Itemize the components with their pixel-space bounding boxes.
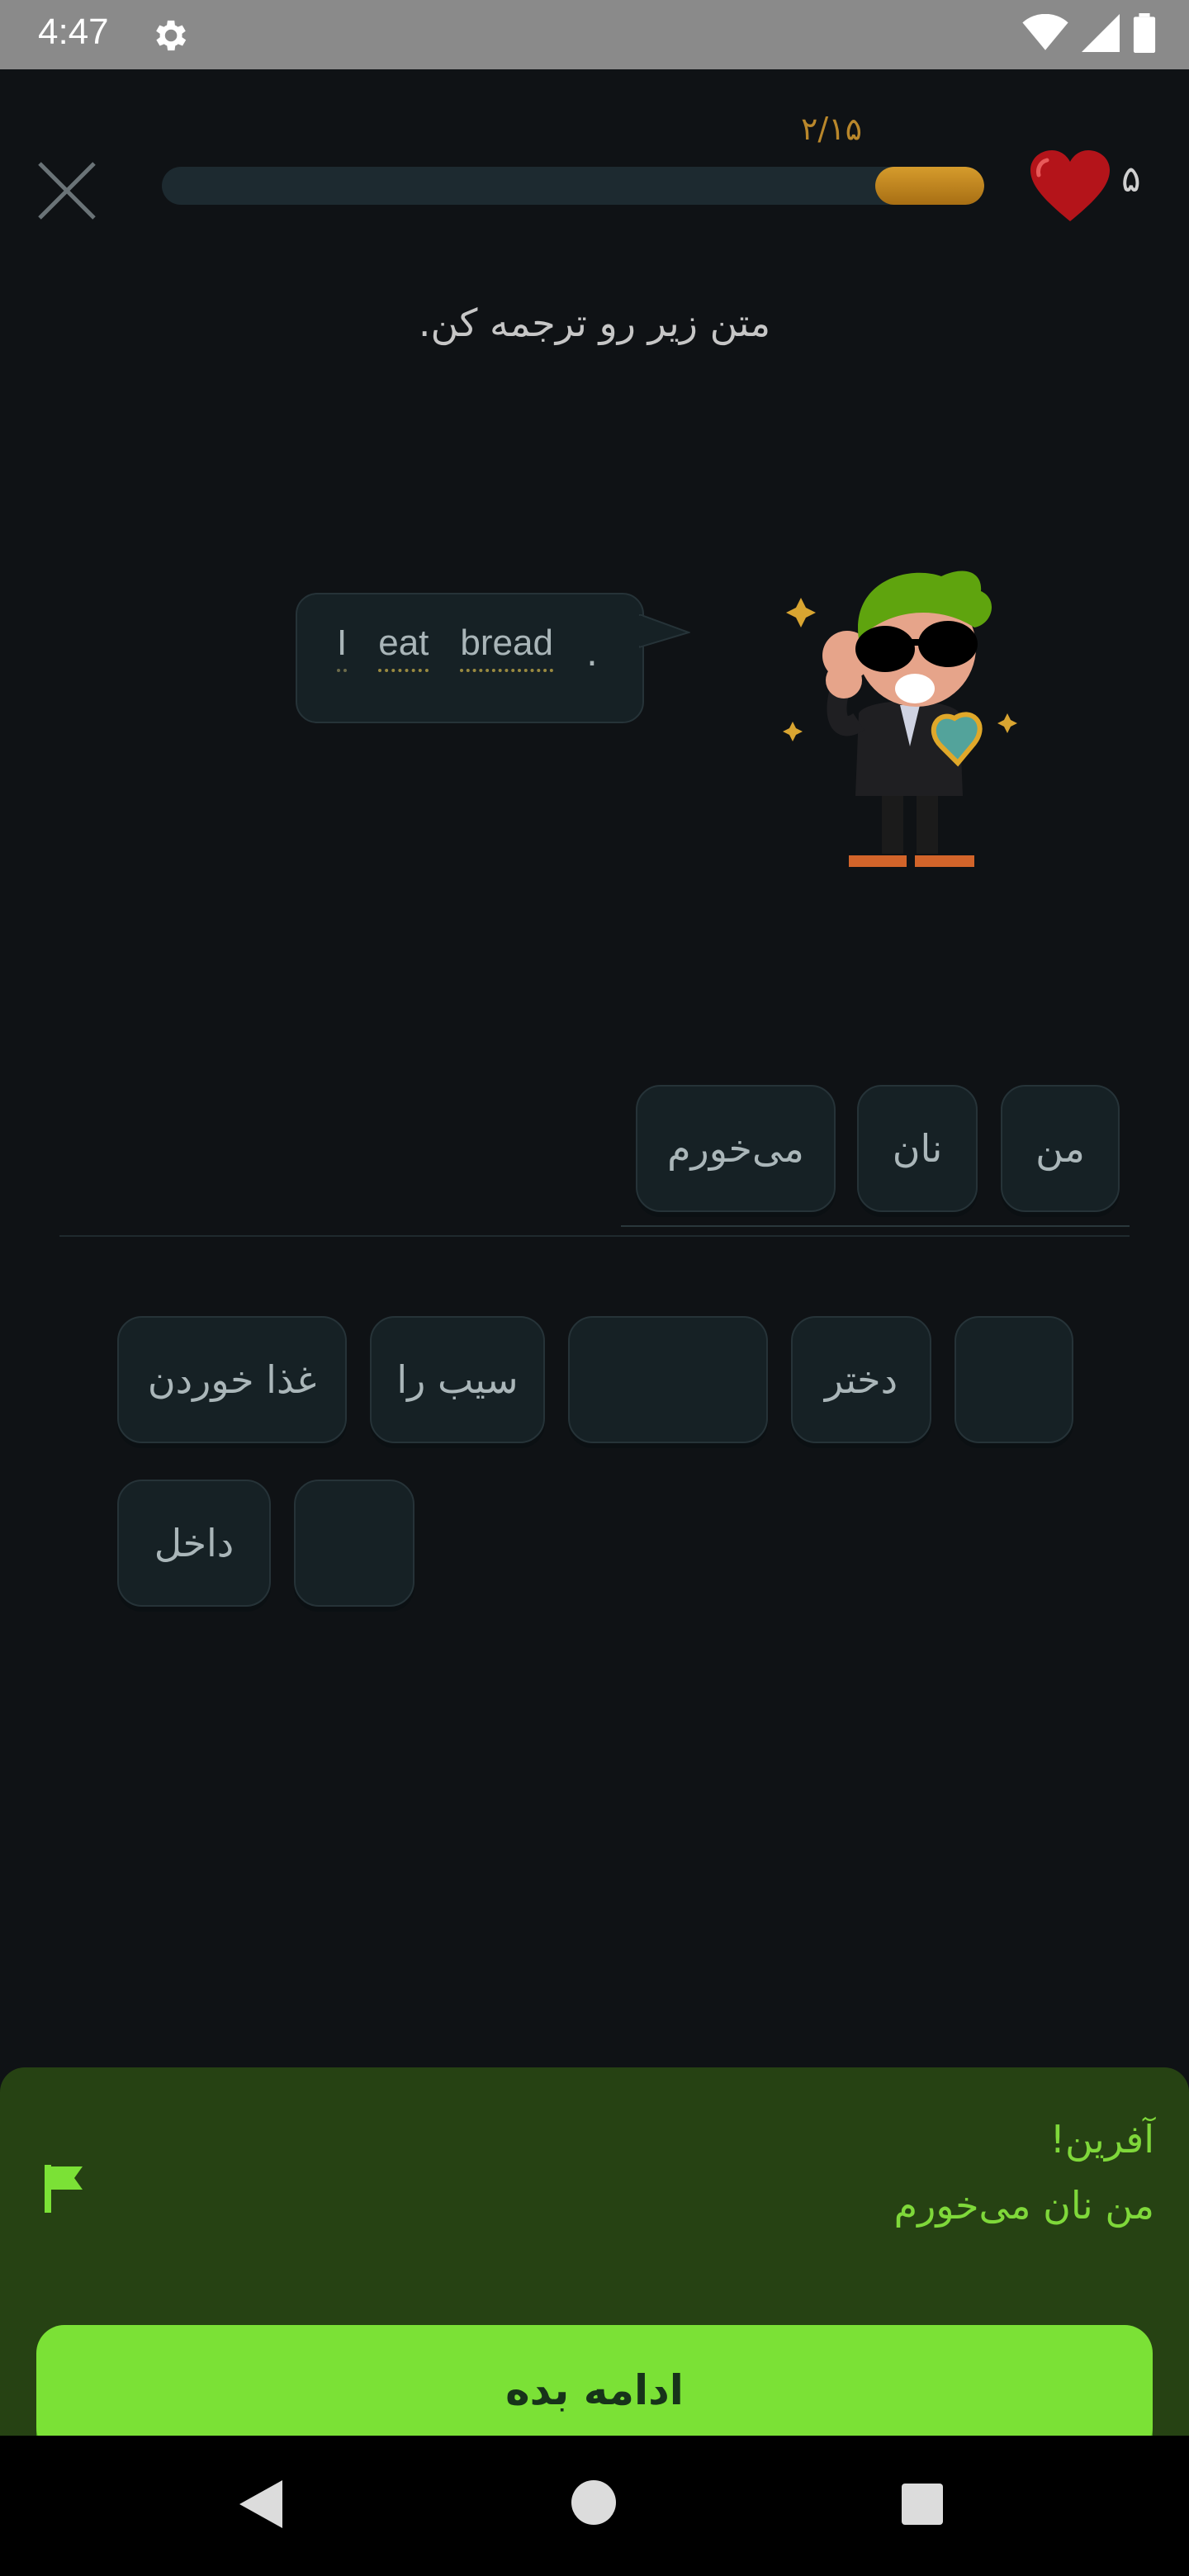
word-bank-slot-empty xyxy=(568,1316,768,1443)
gear-icon xyxy=(149,15,190,59)
flag-icon[interactable] xyxy=(43,2163,86,2218)
answer-chip[interactable]: می‌خورم xyxy=(636,1085,836,1212)
answer-chip[interactable]: من xyxy=(1001,1085,1120,1212)
hearts-count: ۵ xyxy=(1121,159,1141,201)
close-button[interactable] xyxy=(36,160,97,221)
answer-divider xyxy=(59,1235,1130,1237)
progress-fill xyxy=(874,167,984,205)
prompt-word[interactable]: I xyxy=(337,623,348,672)
answer-chip[interactable]: نان xyxy=(857,1085,978,1212)
signal-icon xyxy=(1082,14,1120,55)
word-bank-chip[interactable]: دختر xyxy=(791,1316,931,1443)
prompt-period: . xyxy=(586,632,598,675)
word-bank-slot-empty xyxy=(294,1480,414,1607)
back-icon[interactable] xyxy=(238,2479,284,2533)
prompt-word[interactable]: eat xyxy=(378,623,429,672)
progress-label: ۲/۱۵ xyxy=(801,111,863,147)
progress-bar xyxy=(162,167,984,205)
status-time: 4:47 xyxy=(38,12,109,52)
home-icon[interactable] xyxy=(570,2479,618,2530)
word-bank-chip[interactable]: سیب را xyxy=(370,1316,545,1443)
heart-icon xyxy=(1029,149,1111,228)
word-bank-chip[interactable]: داخل xyxy=(117,1480,271,1607)
prompt-word[interactable]: bread xyxy=(460,623,553,672)
lesson-screen: ۲/۱۵ ۵ متن زیر رو ترجمه کن. I eat bread … xyxy=(0,69,1189,2505)
close-icon xyxy=(38,162,96,220)
feedback-answer: من نان می‌خورم xyxy=(893,2183,1154,2228)
navigation-bar xyxy=(0,2436,1189,2576)
answer-underline xyxy=(621,1225,1130,1227)
status-bar: 4:47 xyxy=(0,0,1189,69)
wifi-icon xyxy=(1022,13,1068,55)
word-bank-slot-empty xyxy=(955,1316,1073,1443)
battery-icon xyxy=(1133,13,1156,56)
feedback-title: آفرین! xyxy=(1049,2117,1154,2162)
bubble-tail xyxy=(639,614,690,649)
character-illustration xyxy=(783,571,1017,867)
prompt-bubble: I eat bread . xyxy=(296,593,644,723)
instruction-text: متن زیر رو ترجمه کن. xyxy=(418,301,771,345)
word-bank-chip[interactable]: غذا خوردن xyxy=(117,1316,347,1443)
recent-apps-icon[interactable] xyxy=(900,2482,945,2530)
